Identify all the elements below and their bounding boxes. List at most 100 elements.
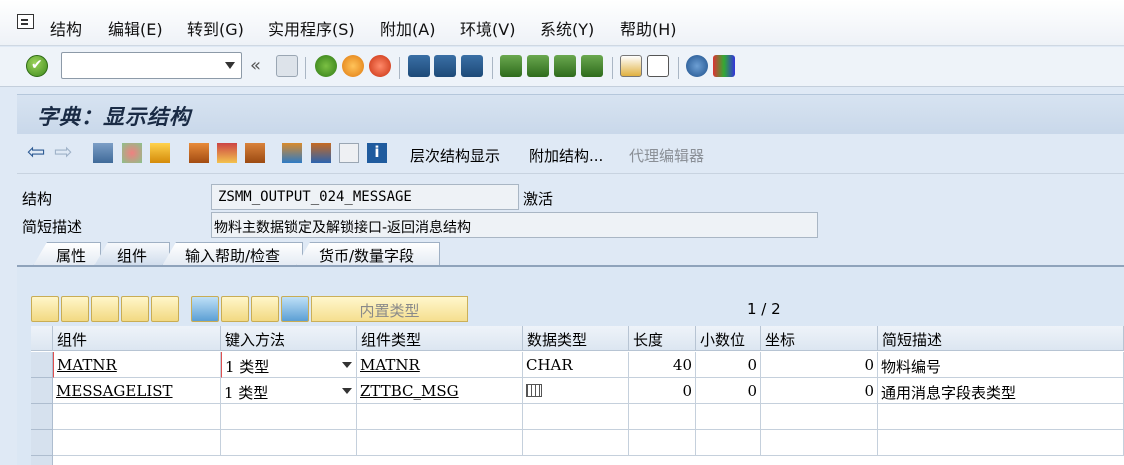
empty-cell[interactable] xyxy=(878,430,1124,456)
hierarchy-display-button[interactable]: 层次结构显示 xyxy=(410,145,500,166)
empty-cell[interactable] xyxy=(357,404,523,430)
short-description-field[interactable]: 物料主数据锁定及解锁接口-返回消息结构 xyxy=(211,212,818,238)
empty-cell[interactable] xyxy=(696,430,761,456)
col-header-component[interactable]: 组件 xyxy=(53,326,221,351)
empty-cell[interactable] xyxy=(523,404,629,430)
empty-cell[interactable] xyxy=(629,404,696,430)
chevron-down-icon[interactable] xyxy=(342,388,352,394)
table-row-description[interactable]: 物料编号 xyxy=(878,352,1124,378)
chevron-down-icon[interactable] xyxy=(342,362,352,368)
menu-edit[interactable]: 编辑(E) xyxy=(108,16,163,40)
table-row-coordinate[interactable]: 0 xyxy=(761,378,878,404)
next-page-icon[interactable] xyxy=(554,55,576,77)
col-header-component-type[interactable]: 组件类型 xyxy=(357,326,523,351)
row-selector[interactable] xyxy=(31,430,53,456)
field-detail-icon[interactable] xyxy=(251,296,279,322)
table-row-decimals[interactable]: 0 xyxy=(696,352,761,378)
empty-cell[interactable] xyxy=(629,430,696,456)
delete-row-icon[interactable] xyxy=(151,296,179,322)
cancel-icon[interactable] xyxy=(369,55,391,77)
cut-icon[interactable] xyxy=(31,296,59,322)
new-session-icon[interactable] xyxy=(620,55,642,77)
help-icon[interactable] xyxy=(686,55,708,77)
empty-cell[interactable] xyxy=(696,404,761,430)
arrow-right-icon[interactable]: ⇨ xyxy=(54,140,72,165)
save-icon[interactable] xyxy=(276,55,298,77)
select-all-cell[interactable] xyxy=(31,326,53,351)
check-icon[interactable] xyxy=(122,143,142,163)
builtin-type-button[interactable]: 内置类型 xyxy=(311,296,468,322)
menu-utilities[interactable]: 实用程序(S) xyxy=(268,16,355,40)
copy-icon[interactable] xyxy=(61,296,89,322)
table-row-length[interactable]: 40 xyxy=(629,352,696,378)
empty-cell[interactable] xyxy=(761,430,878,456)
table-row-component-type[interactable]: ZTTBC_MSG xyxy=(357,378,523,404)
menu-icon[interactable] xyxy=(17,14,34,29)
layout-icon[interactable] xyxy=(713,55,735,77)
empty-cell[interactable] xyxy=(761,404,878,430)
arrow-left-icon[interactable]: ⇦ xyxy=(27,140,45,165)
activate-icon[interactable] xyxy=(150,143,170,163)
find-icon[interactable] xyxy=(434,55,456,77)
tab-components[interactable]: 组件 xyxy=(94,242,170,266)
sort-up-icon[interactable] xyxy=(281,296,309,322)
previous-page-icon[interactable] xyxy=(527,55,549,77)
empty-cell[interactable] xyxy=(523,430,629,456)
menu-system[interactable]: 系统(Y) xyxy=(540,16,594,40)
table-row-component-type[interactable]: MATNR xyxy=(357,352,523,378)
info-icon[interactable]: i xyxy=(367,143,387,163)
empty-cell[interactable] xyxy=(221,404,357,430)
col-header-description[interactable]: 简短描述 xyxy=(878,326,1124,351)
back-icon[interactable] xyxy=(315,55,337,77)
table-row-component[interactable]: MATNR xyxy=(53,352,221,378)
menu-structure[interactable]: 结构 xyxy=(50,16,82,40)
sort-down-icon[interactable] xyxy=(191,296,219,322)
table-row-description[interactable]: 通用消息字段表类型 xyxy=(878,378,1124,404)
row-selector[interactable] xyxy=(31,378,53,404)
tab-input-help[interactable]: 输入帮助/检查 xyxy=(162,242,303,266)
table-row-length[interactable]: 0 xyxy=(629,378,696,404)
insert-row-icon[interactable] xyxy=(121,296,149,322)
list-icon[interactable] xyxy=(311,143,331,163)
col-header-coordinate[interactable]: 坐标 xyxy=(761,326,878,351)
table-row-data-type[interactable] xyxy=(523,378,629,404)
hierarchy-icon[interactable] xyxy=(282,143,302,163)
table-row-coordinate[interactable]: 0 xyxy=(761,352,878,378)
menu-goto[interactable]: 转到(G) xyxy=(187,16,244,40)
col-header-typing[interactable]: 键入方法 xyxy=(221,326,357,351)
row-selector[interactable] xyxy=(31,456,53,465)
last-page-icon[interactable] xyxy=(581,55,603,77)
structure-field[interactable]: ZSMM_OUTPUT_024_MESSAGE xyxy=(211,184,519,210)
empty-cell[interactable] xyxy=(53,430,221,456)
menu-environment[interactable]: 环境(V) xyxy=(460,16,515,40)
table-row-component[interactable]: MESSAGELIST xyxy=(53,378,221,404)
empty-cell[interactable] xyxy=(221,430,357,456)
row-selector[interactable] xyxy=(31,352,53,378)
proxy-editor-button[interactable]: 代理编辑器 xyxy=(629,145,704,166)
print-icon[interactable] xyxy=(408,55,430,77)
tab-attributes[interactable]: 属性 xyxy=(33,242,101,266)
chevron-down-icon[interactable] xyxy=(225,62,235,69)
tab-currency-quantity[interactable]: 货币/数量字段 xyxy=(296,242,440,266)
first-page-icon[interactable] xyxy=(500,55,522,77)
table-icon[interactable] xyxy=(339,143,359,163)
append-structure-button[interactable]: 附加结构... xyxy=(529,145,603,166)
table-row-typing[interactable]: 1 类型 xyxy=(221,352,357,378)
empty-cell[interactable] xyxy=(878,404,1124,430)
navigate-icon[interactable] xyxy=(245,143,265,163)
col-header-data-type[interactable]: 数据类型 xyxy=(523,326,629,351)
command-field[interactable] xyxy=(61,52,242,79)
collapse-icon[interactable]: « xyxy=(250,55,261,76)
empty-cell[interactable] xyxy=(357,430,523,456)
exit-icon[interactable] xyxy=(342,55,364,77)
empty-cell[interactable] xyxy=(53,404,221,430)
table-row-decimals[interactable]: 0 xyxy=(696,378,761,404)
enter-icon[interactable] xyxy=(26,55,48,77)
shortcut-icon[interactable] xyxy=(647,55,669,77)
magic-wand-icon[interactable] xyxy=(217,143,237,163)
where-used-icon[interactable] xyxy=(189,143,209,163)
find-next-icon[interactable] xyxy=(461,55,483,77)
paste-icon[interactable] xyxy=(91,296,119,322)
table-row-data-type[interactable]: CHAR xyxy=(523,352,629,378)
display-change-icon[interactable] xyxy=(93,143,113,163)
